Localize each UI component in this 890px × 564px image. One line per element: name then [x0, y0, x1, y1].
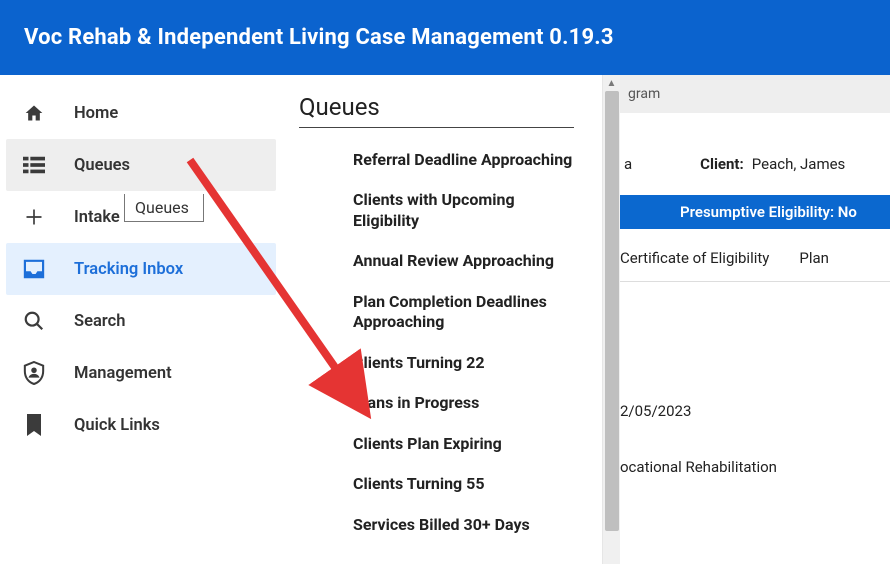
sidebar-item-label: Search: [74, 312, 125, 331]
queues-panel-title: Queues: [299, 93, 578, 121]
client-value: Peach, James: [752, 155, 846, 173]
queue-item-referral-deadline[interactable]: Referral Deadline Approaching: [353, 150, 578, 170]
shield-user-icon: [20, 361, 48, 385]
breadcrumb-fragment: gram: [628, 86, 660, 102]
bookmark-icon: [20, 414, 48, 436]
queue-item-turning-22[interactable]: Clients Turning 22: [353, 353, 578, 373]
sidebar-item-label: Home: [74, 104, 118, 123]
scroll-up-arrow-icon[interactable]: ▲: [603, 75, 620, 91]
tab-plan[interactable]: Plan: [799, 249, 829, 267]
queues-tooltip: Queues: [124, 194, 204, 222]
queue-item-turning-55[interactable]: Clients Turning 55: [353, 474, 578, 494]
sidebar-item-label: Intake: [74, 208, 120, 227]
app-title: Voc Rehab & Independent Living Case Mana…: [24, 25, 614, 50]
queue-item-services-billed[interactable]: Services Billed 30+ Days: [353, 515, 578, 535]
sidebar: Home Queues Intake Tracking Inbox: [0, 75, 282, 564]
divider: [299, 127, 574, 128]
scroll-thumb[interactable]: [605, 91, 619, 531]
panel-scrollbar[interactable]: ▲: [602, 75, 620, 564]
client-label: Client:: [700, 155, 744, 173]
inbox-icon: [20, 259, 48, 279]
plus-icon: [20, 207, 48, 227]
tab-certificate[interactable]: Certificate of Eligibility: [620, 249, 769, 267]
queue-item-upcoming-eligibility[interactable]: Clients with Upcoming Eligibility: [353, 190, 578, 231]
sidebar-item-management[interactable]: Management: [6, 347, 276, 399]
queue-item-plan-expiring[interactable]: Clients Plan Expiring: [353, 434, 578, 454]
sidebar-item-label: Tracking Inbox: [74, 260, 183, 279]
sidebar-item-label: Queues: [74, 156, 130, 175]
sidebar-item-home[interactable]: Home: [6, 87, 276, 139]
queues-list: Referral Deadline Approaching Clients wi…: [295, 150, 578, 535]
eligibility-text: Presumptive Eligibility: No: [680, 203, 857, 221]
date-fragment: 2/05/2023: [620, 402, 691, 420]
queue-item-plans-in-progress[interactable]: Plans in Progress: [353, 393, 578, 413]
sidebar-item-search[interactable]: Search: [6, 295, 276, 347]
app-header: Voc Rehab & Independent Living Case Mana…: [0, 0, 890, 75]
queues-flyout-panel: Queues Referral Deadline Approaching Cli…: [282, 75, 602, 564]
program-fragment: ocational Rehabilitation: [620, 458, 777, 476]
queue-item-plan-completion[interactable]: Plan Completion Deadlines Approaching: [353, 292, 578, 333]
sidebar-item-label: Quick Links: [74, 416, 160, 435]
sidebar-item-label: Management: [74, 364, 172, 383]
breadcrumb: gram: [620, 75, 890, 113]
sidebar-item-queues[interactable]: Queues: [6, 139, 276, 191]
queue-item-annual-review[interactable]: Annual Review Approaching: [353, 251, 578, 271]
main-content: gram a Client: Peach, James Presumptive …: [620, 75, 890, 564]
search-icon: [20, 310, 48, 332]
sidebar-item-quick-links[interactable]: Quick Links: [6, 399, 276, 451]
eligibility-banner: Presumptive Eligibility: No: [620, 195, 890, 229]
sidebar-item-tracking-inbox[interactable]: Tracking Inbox: [6, 243, 276, 295]
info-fragment: a: [624, 155, 632, 173]
list-icon: [20, 156, 48, 174]
home-icon: [20, 103, 48, 123]
